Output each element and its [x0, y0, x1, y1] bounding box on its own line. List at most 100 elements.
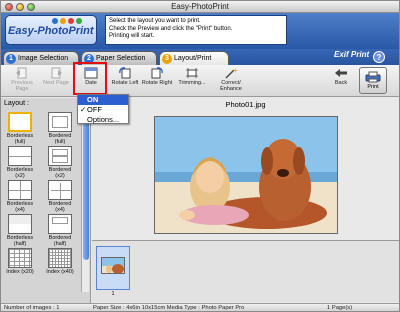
menu-item-options[interactable]: Options...	[78, 115, 128, 125]
next-page-button[interactable]: Next Page	[39, 67, 73, 94]
preview-area: Photo01.jpg	[92, 98, 399, 239]
layout-item[interactable]: Bordered (full)	[44, 112, 76, 145]
film-thumbnail-count: 1	[111, 291, 115, 297]
layout-item-label: Bordered (full)	[48, 133, 72, 145]
instruction-line: Printing will start.	[109, 33, 155, 39]
previous-page-button[interactable]: Previous Page	[5, 67, 39, 94]
layout-item-label: Index (x40)	[46, 269, 74, 275]
logo-dots	[52, 18, 92, 24]
rotate-right-button[interactable]: Rotate Right	[140, 67, 174, 94]
toolbar: Previous Page Next Page Date Rotate Left…	[1, 65, 399, 97]
print-button[interactable]: Print	[359, 67, 387, 94]
back-arrow-icon	[335, 69, 347, 77]
window-controls	[5, 3, 35, 11]
previous-page-label: Previous Page	[11, 80, 33, 92]
status-bar: Number of images : 1 Paper Size : 4x6in …	[1, 303, 399, 311]
layout-preview	[48, 180, 72, 200]
next-page-label: Next Page	[43, 80, 69, 86]
next-page-icon	[51, 67, 62, 79]
layout-item-label: Bordered (x2)	[48, 167, 72, 179]
step-tabs: 1 Image Selection 2 Paper Selection 3 La…	[1, 49, 399, 65]
exif-print-logo: Exif Print	[334, 50, 370, 59]
help-icon[interactable]: ?	[373, 51, 385, 63]
layout-item[interactable]: Index (x40)	[44, 248, 76, 275]
layout-item[interactable]: Borderless (full)	[4, 112, 36, 145]
layout-item[interactable]: Index (x20)	[4, 248, 36, 275]
layout-preview	[48, 214, 72, 234]
header-banner: Easy-PhotoPrint Select the layout you wa…	[1, 13, 399, 49]
photo-preview[interactable]	[154, 116, 338, 234]
printer-icon	[365, 71, 381, 83]
layout-preview	[8, 112, 32, 132]
back-button[interactable]: Back	[325, 67, 357, 94]
layout-item-label: Borderless (half)	[6, 235, 34, 247]
tab-number: 1	[6, 54, 16, 64]
instruction-line: Check the Preview and click the "Print" …	[109, 25, 233, 32]
layout-item-label: Borderless (full)	[6, 133, 34, 145]
film-thumbnail[interactable]	[96, 246, 130, 290]
layout-item-label: Bordered (half)	[48, 235, 72, 247]
logo-text: Easy-PhotoPrint	[8, 25, 94, 37]
menu-item-on-label: ON	[87, 95, 99, 104]
layout-heading: Layout :	[4, 100, 29, 107]
layout-item[interactable]: Borderless (x4)	[4, 180, 36, 213]
zoom-window-button[interactable]	[27, 3, 35, 11]
rotate-right-label: Rotate Right	[141, 80, 173, 86]
tab-label: Layout/Print	[174, 55, 212, 62]
film-thumbnail-image	[101, 257, 125, 274]
layout-preview	[48, 112, 72, 132]
trimming-button[interactable]: Trimming...	[173, 67, 211, 94]
layout-item[interactable]: Borderless (x2)	[4, 146, 36, 179]
close-window-button[interactable]	[5, 3, 13, 11]
photo-image	[155, 117, 337, 233]
menu-item-off-label: OFF	[87, 105, 102, 114]
layout-item-label: Bordered (x4)	[48, 201, 72, 213]
tab-layout-print[interactable]: 3 Layout/Print	[159, 51, 229, 65]
rotate-left-button[interactable]: Rotate Left	[108, 67, 142, 94]
layout-item[interactable]: Bordered (half)	[44, 214, 76, 247]
menu-item-off[interactable]: ✓ OFF	[78, 105, 128, 115]
instruction-line: Select the layout you want to print.	[109, 18, 201, 24]
instructions-box: Select the layout you want to print. Che…	[105, 15, 287, 45]
layout-item-label: Borderless (x2)	[6, 167, 34, 179]
layout-preview	[8, 214, 32, 234]
scrollbar-thumb[interactable]	[83, 110, 89, 260]
check-icon: ✓	[80, 105, 87, 114]
application-window: Easy-PhotoPrint Easy-PhotoPrint Select t…	[0, 0, 400, 312]
layout-preview	[8, 248, 32, 268]
layout-preview	[8, 146, 32, 166]
tab-label: Paper Selection	[96, 55, 146, 62]
layout-preview	[48, 146, 72, 166]
window-title: Easy-PhotoPrint	[171, 2, 229, 11]
thumbnail-photo	[102, 258, 124, 273]
layout-item[interactable]: Bordered (x4)	[44, 180, 76, 213]
correct-enhance-button[interactable]: Correct/ Enhance	[211, 67, 251, 94]
date-dropdown-menu: ON ✓ OFF Options...	[77, 94, 129, 124]
layout-item[interactable]: Bordered (x2)	[44, 146, 76, 179]
layout-preview	[48, 248, 72, 268]
menu-item-on[interactable]: ON	[78, 95, 128, 105]
rotate-left-label: Rotate Left	[111, 80, 139, 86]
layout-panel: Layout : Borderless (full) Bordered (ful…	[1, 98, 91, 304]
layout-item-label: Index (x20)	[6, 269, 34, 275]
print-label: Print	[367, 84, 379, 90]
rotate-left-icon	[119, 67, 131, 79]
previous-page-icon	[16, 67, 27, 79]
layout-item[interactable]: Borderless (half)	[4, 214, 36, 247]
status-pages: 1 Page(s)	[327, 305, 353, 311]
date-highlight-frame	[73, 62, 107, 95]
tab-label: Image Selection	[18, 55, 69, 62]
minimize-window-button[interactable]	[16, 3, 24, 11]
layout-preview	[8, 180, 32, 200]
app-logo: Easy-PhotoPrint	[5, 15, 97, 45]
layout-item-label: Borderless (x4)	[6, 201, 34, 213]
back-label: Back	[334, 80, 348, 86]
layout-scrollbar[interactable]	[81, 110, 89, 292]
rotate-right-icon	[151, 67, 163, 79]
tab-image-selection[interactable]: 1 Image Selection	[3, 51, 79, 65]
title-bar: Easy-PhotoPrint	[1, 1, 399, 13]
trimming-icon	[186, 68, 198, 78]
tab-number: 3	[162, 54, 172, 64]
status-paper-info: Paper Size : 4x6in 10x15cm Media Type : …	[93, 305, 245, 311]
menu-item-options-label: Options...	[87, 115, 120, 124]
